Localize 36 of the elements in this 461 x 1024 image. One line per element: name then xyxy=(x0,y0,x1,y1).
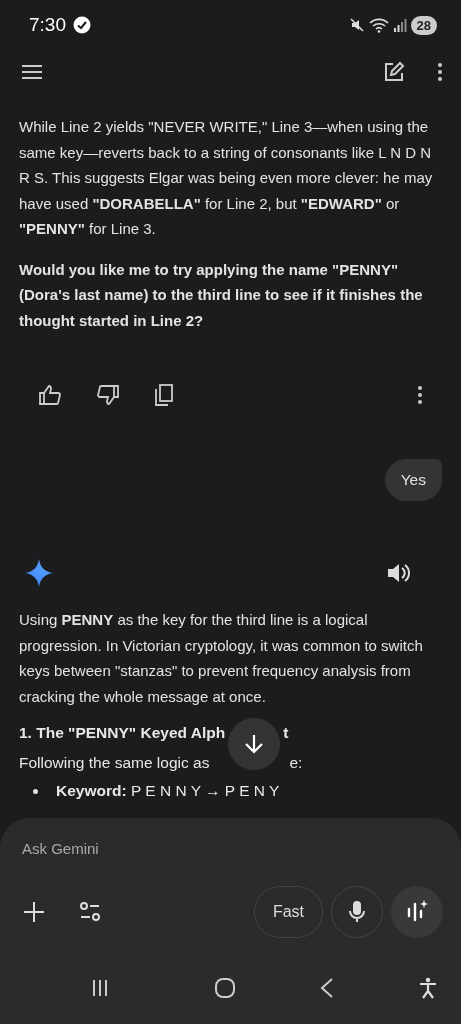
menu-icon[interactable] xyxy=(20,62,44,82)
live-button[interactable] xyxy=(391,886,443,938)
battery-indicator: 28 xyxy=(410,15,437,35)
section-heading: 1. The "PENNY" Keyed Alph xyxy=(19,724,226,742)
user-message-bubble: Yes xyxy=(384,459,442,501)
response-paragraph: While Line 2 yields "NEVER WRITE," Line 3—when using the same key—reverts back to a string of consonants like L N D N R S. This suggests Elgar was being even more clever: he may have used "DORABELLA" for Line 2, but "EDWARD" or "PENNY" for Line 3. xyxy=(19,117,434,239)
copy-icon[interactable] xyxy=(154,383,174,407)
mute-icon xyxy=(348,17,365,33)
microphone-icon xyxy=(348,900,366,924)
sparkle-icon xyxy=(25,559,53,587)
arrow-down-icon xyxy=(243,733,266,755)
bullet-dot xyxy=(33,788,38,794)
response-question: Would you like me to try applying the name "PENNY" (Dora's last name) to the third line to see if it finishes the thought started in Line 2? xyxy=(19,259,424,331)
more-options-icon[interactable] xyxy=(437,62,443,82)
response-text: Following the same logic as xyxy=(19,754,210,772)
back-icon[interactable] xyxy=(320,977,334,999)
response-text: e: xyxy=(289,754,303,772)
wifi-icon xyxy=(368,17,389,33)
speaker-icon[interactable] xyxy=(386,562,410,584)
thumbs-up-icon[interactable] xyxy=(38,384,62,406)
home-icon[interactable] xyxy=(214,977,236,999)
check-circle-icon xyxy=(73,16,91,34)
bullet-text: Keyword: P E N N Y → P E N Y xyxy=(56,782,280,800)
signal-icon xyxy=(392,18,407,32)
more-options-icon[interactable] xyxy=(417,385,423,405)
add-icon[interactable] xyxy=(22,900,46,924)
tools-icon[interactable] xyxy=(78,900,102,924)
waveform-icon xyxy=(405,900,429,924)
new-chat-icon[interactable] xyxy=(383,61,405,83)
status-time: 7:30 xyxy=(29,14,66,36)
response-paragraph: Using PENNY as the key for the third line is a logical progression. In Victorian cryptology, it was common to switch keys between "stanzas" to prevent frequency analysis from cracking the whole message at once. xyxy=(19,610,424,707)
recents-icon[interactable] xyxy=(90,978,110,998)
section-heading: t xyxy=(283,724,289,742)
thumbs-down-icon[interactable] xyxy=(96,384,120,406)
prompt-input[interactable]: Ask Gemini xyxy=(22,840,222,857)
accessibility-icon[interactable] xyxy=(418,977,438,999)
